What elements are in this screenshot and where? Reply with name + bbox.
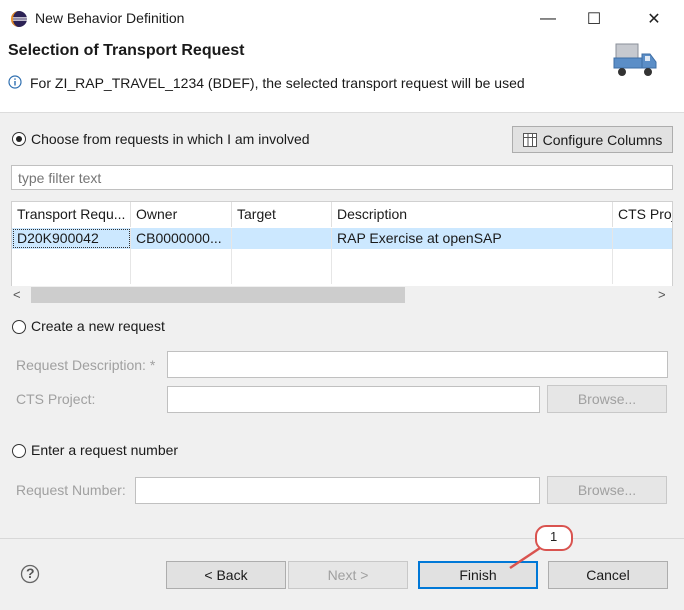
callout-annotation: 1 bbox=[500, 518, 580, 578]
table-cell bbox=[613, 228, 672, 249]
table-cell bbox=[332, 249, 613, 270]
radio-create-new-label[interactable]: Create a new request bbox=[31, 318, 165, 334]
scrollbar-thumb[interactable] bbox=[31, 287, 405, 303]
table-cell bbox=[131, 249, 232, 270]
page-title: Selection of Transport Request bbox=[8, 42, 245, 59]
table-row-empty bbox=[12, 249, 672, 270]
column-header-transport-request[interactable]: Transport Requ... bbox=[12, 202, 131, 227]
callout-number: 1 bbox=[550, 529, 558, 544]
table-cell bbox=[131, 270, 232, 284]
table-cell: D20K900042 bbox=[12, 228, 131, 249]
window-title: New Behavior Definition bbox=[35, 10, 185, 26]
table-cell bbox=[232, 270, 332, 284]
minimize-button[interactable]: — bbox=[525, 4, 571, 34]
close-button[interactable]: ✕ bbox=[631, 4, 677, 34]
configure-columns-button[interactable]: Configure Columns bbox=[512, 126, 673, 153]
column-header-owner[interactable]: Owner bbox=[131, 202, 232, 227]
radio-involved-label[interactable]: Choose from requests in which I am invol… bbox=[31, 131, 310, 147]
cts-browse-button[interactable]: Browse... bbox=[547, 385, 667, 413]
maximize-button[interactable]: ☐ bbox=[571, 4, 617, 34]
configure-columns-label: Configure Columns bbox=[542, 131, 663, 148]
radio-involved[interactable] bbox=[12, 132, 26, 146]
eclipse-logo-icon bbox=[10, 10, 28, 28]
column-header-target[interactable]: Target bbox=[232, 202, 332, 227]
table-cell bbox=[12, 249, 131, 270]
next-button[interactable]: Next > bbox=[288, 561, 408, 589]
table-row-empty bbox=[12, 270, 672, 284]
filter-input[interactable] bbox=[11, 165, 673, 190]
radio-create-new[interactable] bbox=[12, 320, 26, 334]
request-number-label: Request Number: bbox=[16, 482, 126, 498]
radio-request-number-label[interactable]: Enter a request number bbox=[31, 442, 178, 458]
truck-icon bbox=[612, 42, 658, 80]
request-description-input[interactable] bbox=[167, 351, 668, 378]
header-message: For ZI_RAP_TRAVEL_1234 (BDEF), the selec… bbox=[30, 75, 525, 91]
request-number-browse-button[interactable]: Browse... bbox=[547, 476, 667, 504]
table-icon bbox=[522, 132, 537, 147]
help-glyph: ? bbox=[26, 565, 35, 581]
table-cell: CB0000000... bbox=[131, 228, 232, 249]
transport-request-table[interactable]: Transport Requ... Owner Target Descripti… bbox=[11, 201, 673, 291]
table-cell bbox=[332, 270, 613, 284]
table-cell bbox=[232, 228, 332, 249]
cts-project-input[interactable] bbox=[167, 386, 540, 413]
table-cell: RAP Exercise at openSAP bbox=[332, 228, 613, 249]
scroll-right-button[interactable]: > bbox=[658, 287, 672, 302]
cts-project-label: CTS Project: bbox=[16, 391, 96, 407]
back-button[interactable]: < Back bbox=[166, 561, 286, 589]
radio-request-number[interactable] bbox=[12, 444, 26, 458]
info-icon bbox=[8, 75, 22, 89]
table-row[interactable]: D20K900042 CB0000000... RAP Exercise at … bbox=[12, 228, 672, 249]
request-description-label: Request Description: * bbox=[16, 357, 156, 373]
table-cell bbox=[232, 249, 332, 270]
help-icon[interactable]: ? bbox=[20, 564, 40, 584]
column-header-cts-project[interactable]: CTS Proj bbox=[613, 202, 672, 227]
request-number-input[interactable] bbox=[135, 477, 540, 504]
column-header-description[interactable]: Description bbox=[332, 202, 613, 227]
scroll-left-button[interactable]: < bbox=[13, 287, 27, 302]
table-cell bbox=[12, 270, 131, 284]
